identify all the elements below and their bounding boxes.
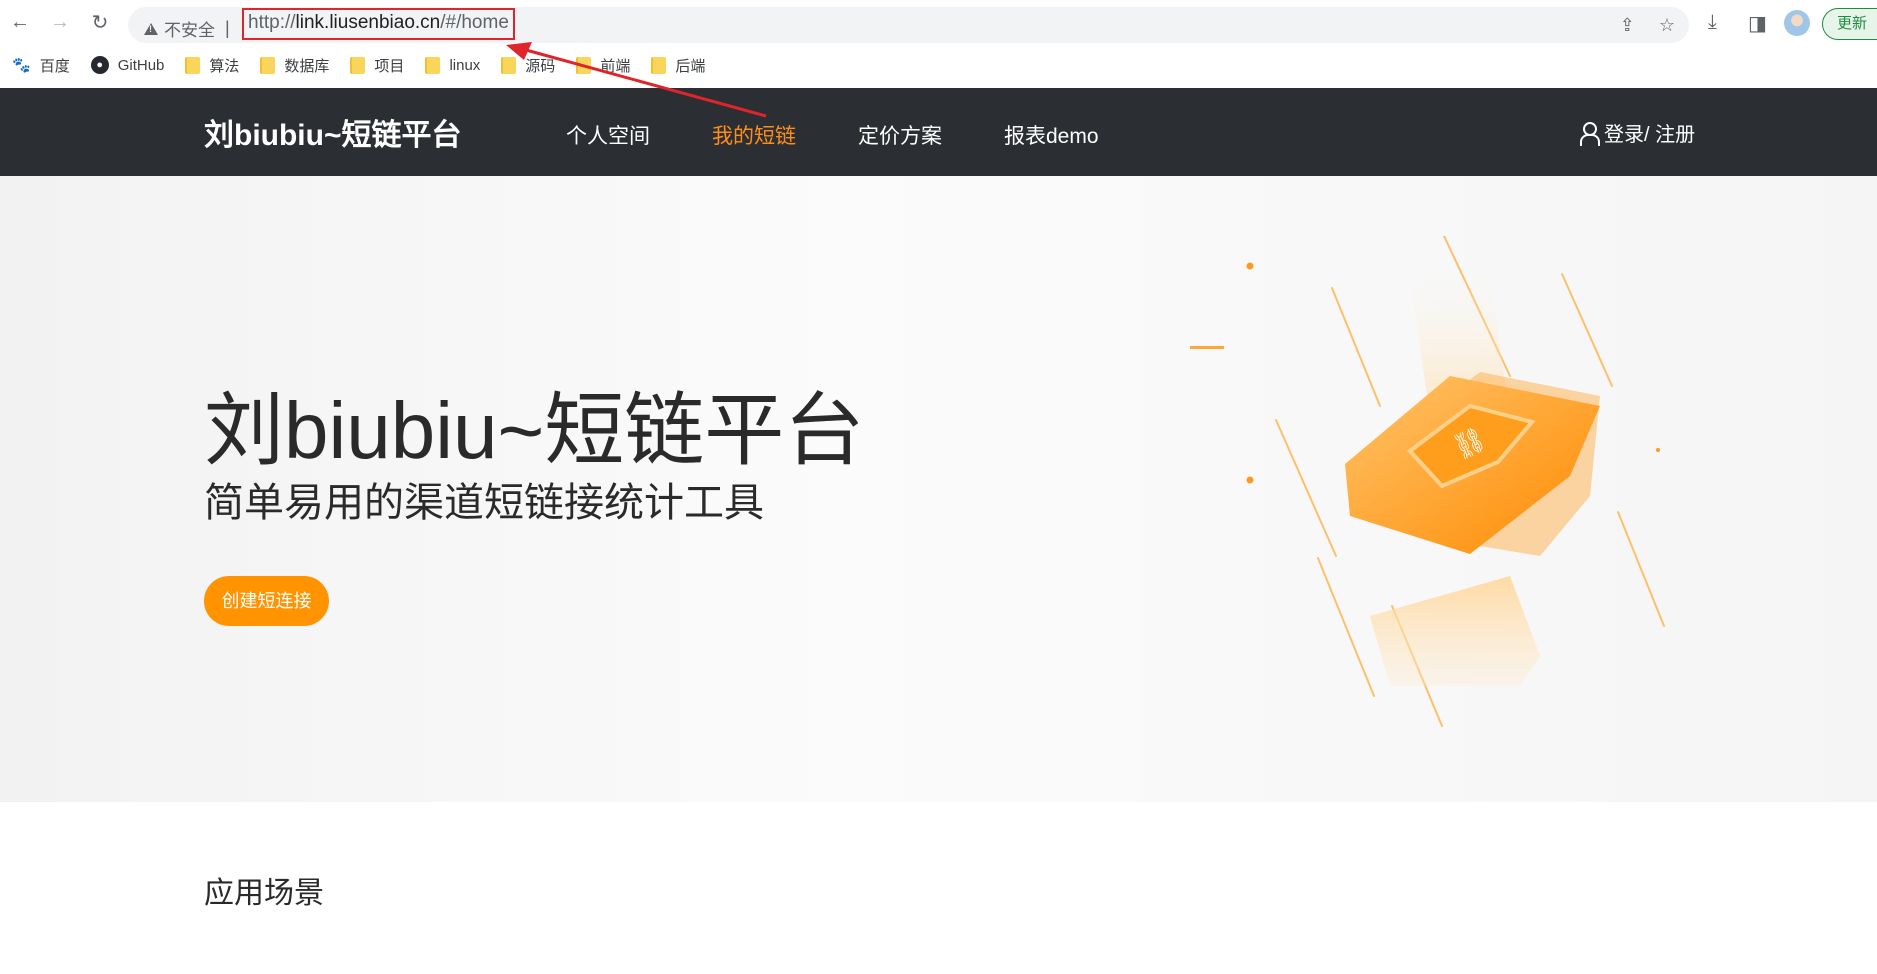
folder-icon — [350, 56, 366, 74]
bookmark-baidu[interactable]: 🐾 百度 — [12, 55, 70, 76]
share-icon[interactable]: ⇪ — [1620, 15, 1635, 36]
folder-icon — [260, 56, 276, 74]
main-menu: 个人空间 我的短链 定价方案 报表demo — [566, 120, 1099, 150]
github-icon: ● — [90, 56, 109, 74]
divider: | — [225, 18, 230, 38]
user-icon — [1580, 121, 1600, 146]
reload-icon[interactable]: ↻ — [88, 10, 112, 34]
menu-item-pricing[interactable]: 定价方案 — [858, 120, 942, 150]
folder-icon — [185, 56, 201, 74]
bookmark-folder[interactable]: 源码 — [501, 55, 555, 76]
url-prefix: http:// — [248, 12, 296, 33]
update-button[interactable]: 更新 — [1822, 8, 1877, 40]
bookmark-label: GitHub — [117, 56, 165, 74]
folder-icon — [576, 56, 592, 74]
bookmark-folder[interactable]: 算法 — [185, 55, 239, 76]
side-panel-icon[interactable]: ◨ — [1748, 11, 1767, 36]
baidu-icon: 🐾 — [12, 57, 31, 74]
star-icon[interactable]: ☆ — [1659, 15, 1675, 36]
bookmarks-bar: 🐾 百度 ● GitHub 算法 数据库 项目 linux 源码 前端 后端 — [0, 46, 1877, 84]
bookmark-folder[interactable]: 后端 — [651, 55, 705, 76]
site-header: 刘biubiu~短链平台 个人空间 我的短链 定价方案 报表demo 登录/ 注… — [0, 88, 1877, 176]
bookmark-folder[interactable]: linux — [425, 56, 481, 74]
bookmark-label: 项目 — [374, 57, 405, 75]
security-label: 不安全 — [164, 21, 215, 40]
menu-item-report-demo[interactable]: 报表demo — [1004, 120, 1099, 150]
url-host: link.liusenbiao.cn — [295, 12, 441, 33]
folder-icon — [651, 56, 667, 74]
login-register-link[interactable]: 登录/ 注册 — [1580, 118, 1695, 147]
security-indicator[interactable]: 不安全 | — [144, 16, 230, 41]
menu-item-my-links[interactable]: 我的短链 — [712, 120, 796, 150]
url-text[interactable]: http://link.liusenbiao.cn/#/home — [242, 8, 515, 40]
address-bar[interactable]: 不安全 | http://link.liusenbiao.cn/#/home ⇪… — [128, 7, 1689, 43]
browser-toolbar: ← → ↻ 不安全 | http://link.liusenbiao.cn/#/… — [0, 0, 1877, 46]
bookmark-label: 数据库 — [284, 57, 330, 75]
folder-icon — [501, 56, 517, 74]
create-short-link-button[interactable]: 创建短连接 — [204, 576, 329, 626]
url-path: /#/home — [440, 12, 509, 33]
warning-icon — [144, 22, 158, 35]
bookmark-label: 百度 — [39, 57, 70, 75]
profile-avatar[interactable] — [1784, 10, 1810, 36]
site-brand[interactable]: 刘biubiu~短链平台 — [204, 110, 462, 154]
bookmark-label: 后端 — [675, 57, 706, 75]
bookmark-label: 前端 — [600, 57, 631, 75]
login-label: 登录/ 注册 — [1604, 124, 1696, 146]
folder-icon — [425, 56, 441, 74]
menu-item-personal-space[interactable]: 个人空间 — [566, 120, 650, 150]
bookmark-github[interactable]: ● GitHub — [90, 56, 165, 74]
bookmark-folder[interactable]: 前端 — [576, 55, 630, 76]
forward-arrow-icon[interactable]: → — [48, 10, 72, 34]
hero-title: 刘biubiu~短链平台 — [204, 386, 865, 475]
back-arrow-icon[interactable]: ← — [8, 10, 32, 34]
hero-subtitle: 简单易用的渠道短链接统计工具 — [204, 481, 764, 525]
bookmark-label: 算法 — [209, 57, 240, 75]
bookmark-label: linux — [449, 56, 481, 74]
download-icon[interactable]: ⤓ — [1708, 11, 1717, 34]
bookmark-folder[interactable]: 项目 — [350, 55, 404, 76]
link-chip-illustration: ⛓ — [1190, 236, 1665, 727]
application-scenarios-heading: 应用场景 — [204, 877, 324, 910]
hero-banner: 刘biubiu~短链平台 简单易用的渠道短链接统计工具 创建短连接 ⛓ — [0, 176, 1877, 802]
bookmark-folder[interactable]: 数据库 — [260, 55, 329, 76]
bookmark-label: 源码 — [525, 57, 556, 75]
